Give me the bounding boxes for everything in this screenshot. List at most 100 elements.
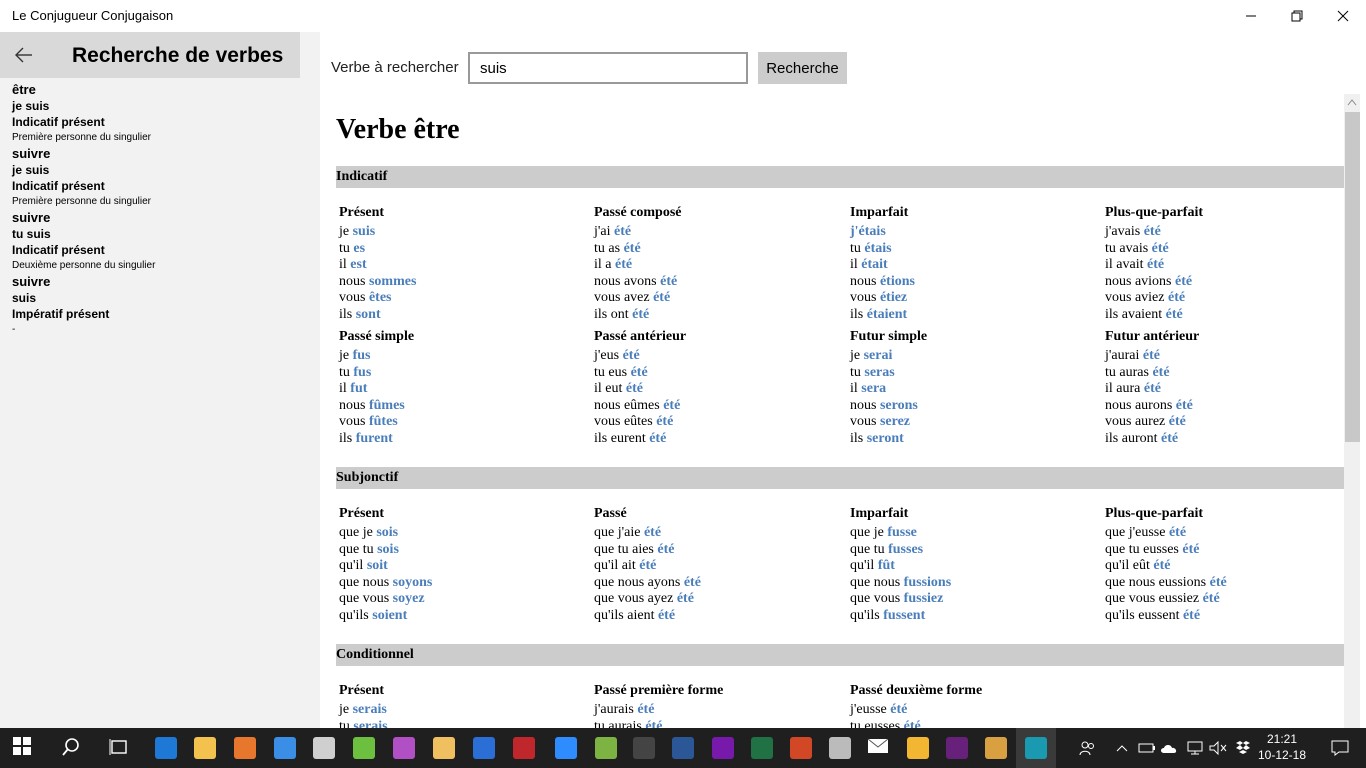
verb-form-link[interactable]: été (1144, 381, 1161, 396)
verb-form-link[interactable]: été (649, 431, 666, 446)
verb-form-link[interactable]: fûtes (369, 414, 398, 429)
onenote-purple-taskbar-button[interactable] (384, 728, 424, 768)
verb-form-link[interactable]: été (1168, 290, 1185, 305)
tray-chevron-up-icon[interactable] (1112, 728, 1132, 768)
search-taskbar-button[interactable] (52, 728, 92, 768)
close-button[interactable] (1320, 0, 1366, 32)
verb-form-link[interactable]: été (1169, 525, 1186, 540)
verb-form-link[interactable]: été (677, 591, 694, 606)
firefox-taskbar-button[interactable] (225, 728, 265, 768)
verb-form-link[interactable]: été (663, 398, 680, 413)
verb-form-link[interactable]: été (1144, 224, 1161, 239)
verb-form-link[interactable]: sois (377, 542, 399, 557)
verb-form-link[interactable]: serez (880, 414, 910, 429)
verb-form-link[interactable]: été (624, 241, 641, 256)
verb-form-link[interactable]: été (1203, 591, 1220, 606)
explorer-taskbar-button[interactable] (424, 728, 464, 768)
store-taskbar-button[interactable] (265, 728, 305, 768)
onenote-taskbar-button[interactable] (703, 728, 743, 768)
verb-form-link[interactable]: fussions (904, 575, 951, 590)
verb-form-link[interactable]: été (1166, 307, 1183, 322)
minimize-button[interactable] (1228, 0, 1274, 32)
verb-form-link[interactable]: fus (353, 365, 371, 380)
verb-form-link[interactable]: été (684, 575, 701, 590)
verb-form-link[interactable]: été (656, 414, 673, 429)
verb-form-link[interactable]: êtes (369, 290, 392, 305)
search-result-item[interactable]: être je suis Indicatif présent Première per… (12, 82, 312, 146)
verb-form-link[interactable]: sois (376, 525, 398, 540)
verb-form-link[interactable]: été (637, 702, 654, 717)
verb-form-link[interactable]: étais (864, 241, 891, 256)
volume-muted-icon[interactable] (1207, 728, 1229, 768)
verb-form-link[interactable]: été (658, 608, 675, 623)
verb-form-link[interactable]: été (904, 719, 921, 728)
verb-form-link[interactable]: fûmes (369, 398, 405, 413)
excel-taskbar-button[interactable] (742, 728, 782, 768)
dropbox-taskbar-button[interactable] (546, 728, 586, 768)
visual-studio-taskbar-button[interactable] (937, 728, 977, 768)
verb-form-link[interactable]: été (657, 542, 674, 557)
verb-form-link[interactable]: es (353, 241, 365, 256)
verb-form-link[interactable]: serons (880, 398, 918, 413)
verb-form-link[interactable]: fusses (888, 542, 923, 557)
verb-form-link[interactable]: été (653, 290, 670, 305)
vertical-scrollbar[interactable] (1344, 94, 1360, 728)
restore-button[interactable] (1274, 0, 1320, 32)
azure-taskbar-button[interactable] (464, 728, 504, 768)
verb-form-link[interactable]: était (861, 257, 887, 272)
verb-form-link[interactable]: été (615, 257, 632, 272)
verb-form-link[interactable]: fussiez (904, 591, 944, 606)
verb-form-link[interactable]: fut (350, 381, 367, 396)
verb-form-link[interactable]: sont (356, 307, 381, 322)
powerpoint-taskbar-button[interactable] (781, 728, 821, 768)
paint-taskbar-button[interactable] (976, 728, 1016, 768)
back-button[interactable] (10, 42, 38, 68)
verb-form-link[interactable]: étions (880, 274, 915, 289)
verb-form-link[interactable]: j'étais (850, 224, 886, 239)
verb-form-link[interactable]: été (1143, 348, 1160, 363)
scroll-up-button[interactable] (1344, 94, 1360, 110)
verb-form-link[interactable]: soyons (393, 575, 433, 590)
battery-icon[interactable] (1136, 728, 1158, 768)
verb-form-link[interactable]: sommes (369, 274, 416, 289)
filezilla-taskbar-button[interactable] (504, 728, 544, 768)
verb-form-link[interactable]: été (639, 558, 656, 573)
verb-form-link[interactable]: été (645, 719, 662, 728)
verb-form-link[interactable]: serais (353, 719, 387, 728)
people-icon[interactable] (1074, 728, 1100, 768)
verb-form-link[interactable]: étiez (880, 290, 907, 305)
verb-form-link[interactable]: été (1153, 558, 1170, 573)
verb-form-link[interactable]: serais (353, 702, 387, 717)
onedrive-icon[interactable] (1158, 728, 1182, 768)
verb-form-link[interactable]: été (1147, 257, 1164, 272)
verb-form-link[interactable]: été (1176, 398, 1193, 413)
task-view-taskbar-button[interactable] (100, 728, 140, 768)
verb-form-link[interactable]: soit (367, 558, 388, 573)
file-explorer-taskbar-button[interactable] (185, 728, 225, 768)
search-result-item[interactable]: suivre suis Impératif présent - (12, 274, 312, 338)
verb-form-link[interactable]: furent (356, 431, 393, 446)
verb-form-link[interactable]: soient (372, 608, 407, 623)
verb-form-link[interactable]: été (1183, 608, 1200, 623)
verb-form-link[interactable]: été (644, 525, 661, 540)
notepad-taskbar-button[interactable] (344, 728, 384, 768)
mail-taskbar-button[interactable] (858, 728, 898, 768)
verb-form-link[interactable]: seras (864, 365, 894, 380)
network-icon[interactable] (1183, 728, 1207, 768)
verb-form-link[interactable]: été (1161, 431, 1178, 446)
verb-form-link[interactable]: fût (878, 558, 895, 573)
verb-form-link[interactable]: sera (861, 381, 886, 396)
verb-form-link[interactable]: est (350, 257, 366, 272)
dropbox-tray-icon[interactable] (1231, 728, 1255, 768)
verb-form-link[interactable]: étaient (867, 307, 907, 322)
android-taskbar-button[interactable] (586, 728, 626, 768)
conjugueur-app-taskbar-button[interactable] (1016, 728, 1056, 768)
verb-form-link[interactable]: été (614, 224, 631, 239)
verb-search-input[interactable] (468, 52, 748, 84)
verb-form-link[interactable]: été (632, 307, 649, 322)
search-result-item[interactable]: suivre tu suis Indicatif présent Deuxième p… (12, 210, 312, 274)
verb-form-link[interactable]: fusse (887, 525, 917, 540)
verb-form-link[interactable]: serai (864, 348, 893, 363)
action-center-icon[interactable] (1320, 728, 1360, 768)
word-taskbar-button[interactable] (663, 728, 703, 768)
